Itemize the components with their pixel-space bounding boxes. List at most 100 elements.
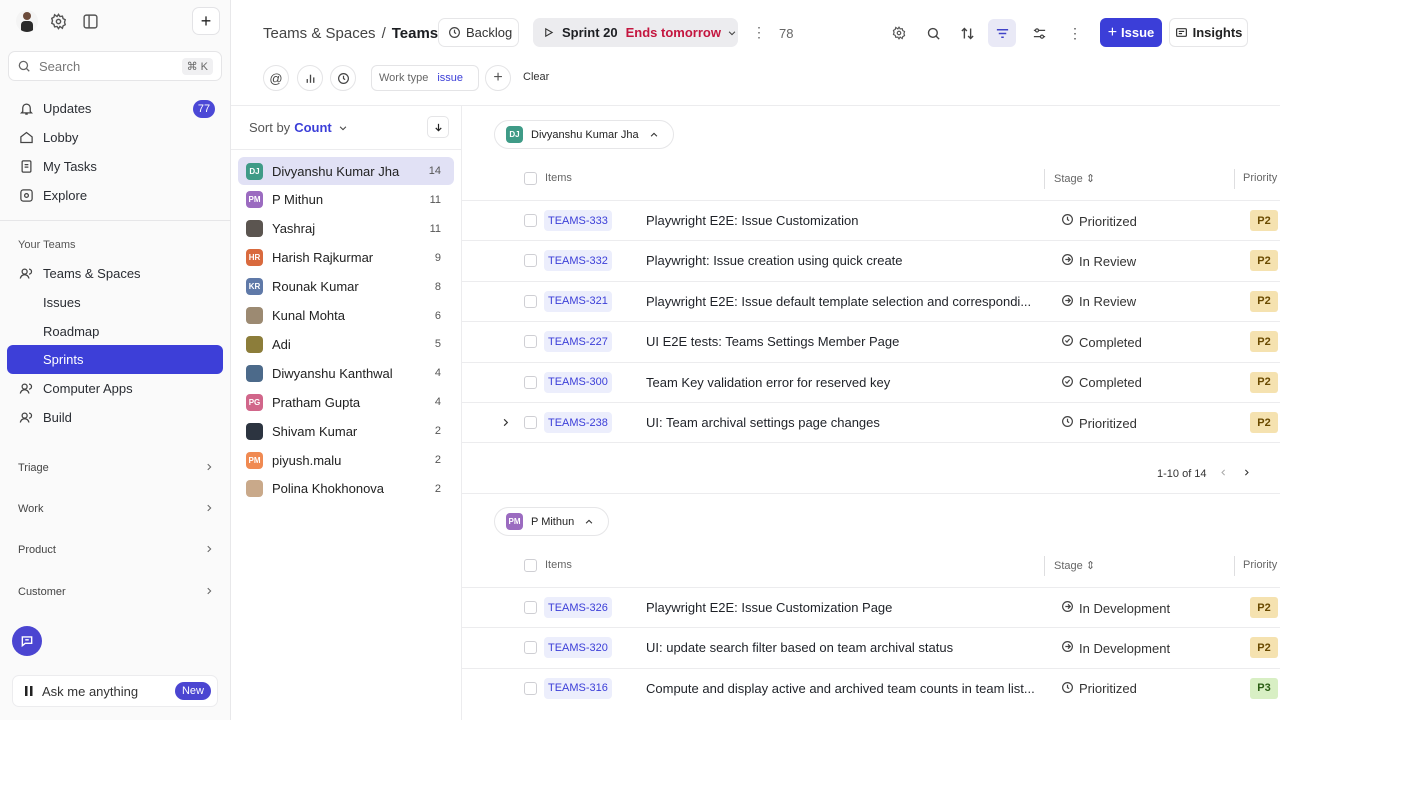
sort-direction-button[interactable]	[427, 116, 449, 138]
owner-list-item[interactable]: PM P Mithun 11	[238, 186, 454, 214]
nav-lobby[interactable]: Lobby	[7, 123, 223, 152]
issue-title[interactable]: UI E2E tests: Teams Settings Member Page	[646, 334, 1038, 349]
issue-title[interactable]: Playwright E2E: Issue Customization Page	[646, 600, 1038, 615]
owner-list-item[interactable]: KR Rounak Kumar 8	[238, 273, 454, 301]
issue-row[interactable]: TEAMS-238 UI: Team archival settings page…	[462, 402, 1280, 442]
priority-badge[interactable]: P2	[1250, 637, 1278, 659]
issue-key[interactable]: TEAMS-227	[544, 331, 612, 353]
section-work[interactable]: Work	[18, 499, 214, 519]
row-checkbox[interactable]	[524, 375, 537, 389]
row-checkbox[interactable]	[524, 601, 537, 614]
issue-stage[interactable]: Prioritized	[1061, 415, 1137, 431]
nav-updates[interactable]: Updates 77	[7, 94, 223, 123]
issue-title[interactable]: Playwright E2E: Issue default template s…	[646, 294, 1038, 309]
owner-list-item[interactable]: Diwyanshu Kanthwal 4	[238, 359, 454, 387]
filter-icon[interactable]	[988, 19, 1016, 47]
clear-filters-button[interactable]: Clear	[523, 71, 549, 83]
backlog-button[interactable]: Backlog	[438, 18, 519, 47]
sidebar-toggle-icon[interactable]	[80, 11, 100, 31]
mention-filter-button[interactable]: @	[263, 65, 289, 91]
sprint-more-icon[interactable]: ⋮	[752, 24, 766, 41]
column-stage[interactable]: Stage ⇕	[1054, 172, 1095, 185]
row-checkbox[interactable]	[524, 254, 537, 268]
issue-row[interactable]: TEAMS-300 Team Key validation error for r…	[462, 361, 1280, 402]
more-options-icon[interactable]: ⋮	[1061, 19, 1089, 47]
owner-list-item[interactable]: HR Harish Rajkurmar 9	[238, 244, 454, 272]
history-filter-button[interactable]	[330, 65, 356, 91]
issue-title[interactable]: UI: Team archival settings page changes	[646, 415, 1038, 430]
work-type-filter-chip[interactable]: Work type issue	[371, 65, 479, 91]
new-item-button[interactable]: +	[192, 7, 220, 35]
priority-badge[interactable]: P2	[1250, 331, 1278, 353]
owner-list-item[interactable]: Kunal Mohta 6	[238, 302, 454, 330]
chart-filter-button[interactable]	[297, 65, 323, 91]
row-checkbox[interactable]	[524, 416, 537, 429]
issue-stage[interactable]: Completed	[1061, 334, 1142, 350]
issue-row[interactable]: TEAMS-321 Playwright E2E: Issue default t…	[462, 280, 1280, 321]
priority-badge[interactable]: P3	[1250, 677, 1278, 699]
nav-computer-apps[interactable]: Computer Apps	[7, 374, 223, 403]
column-priority[interactable]: Priority	[1243, 172, 1277, 184]
nav-explore[interactable]: Explore	[7, 181, 223, 210]
priority-badge[interactable]: P2	[1250, 290, 1278, 312]
owner-list-item[interactable]: Shivam Kumar 2	[238, 417, 454, 445]
issue-title[interactable]: Compute and display active and archived …	[646, 681, 1038, 696]
new-issue-button[interactable]: + Issue	[1100, 18, 1162, 47]
row-checkbox[interactable]	[524, 681, 537, 695]
section-product[interactable]: Product	[18, 540, 214, 560]
row-checkbox[interactable]	[524, 641, 537, 655]
nav-teams-spaces[interactable]: Teams & Spaces	[7, 259, 223, 288]
next-page-button[interactable]	[1242, 468, 1251, 480]
sprint-selector[interactable]: Sprint 20 Ends tomorrow	[533, 18, 738, 47]
sidebar-search[interactable]: Search ⌘ K	[8, 51, 222, 81]
issue-row[interactable]: TEAMS-326 Playwright E2E: Issue Customiza…	[462, 587, 1280, 627]
chat-button[interactable]	[12, 626, 42, 656]
column-stage[interactable]: Stage ⇕	[1054, 559, 1095, 572]
issue-key[interactable]: TEAMS-316	[544, 677, 612, 699]
nav-roadmap[interactable]: Roadmap	[7, 317, 223, 346]
owner-list-item[interactable]: PM piyush.malu 2	[238, 446, 454, 474]
settings-gear-icon[interactable]	[48, 11, 68, 31]
issue-stage[interactable]: Completed	[1061, 375, 1142, 391]
group-header-chip[interactable]: DJ Divyanshu Kumar Jha	[494, 120, 674, 149]
row-checkbox[interactable]	[524, 214, 537, 227]
issue-title[interactable]: Playwright: Issue creation using quick c…	[646, 253, 1038, 268]
issue-row[interactable]: TEAMS-333 Playwright E2E: Issue Customiza…	[462, 200, 1280, 240]
prev-page-button[interactable]	[1219, 468, 1228, 480]
breadcrumb-current[interactable]: Teams	[392, 25, 438, 42]
priority-badge[interactable]: P2	[1250, 597, 1278, 618]
issue-key[interactable]: TEAMS-238	[544, 412, 612, 433]
breadcrumb-parent[interactable]: Teams & Spaces	[263, 25, 376, 42]
owner-list-item[interactable]: Polina Khokhonova 2	[238, 475, 454, 503]
issue-stage[interactable]: Prioritized	[1061, 681, 1137, 697]
issue-key[interactable]: TEAMS-332	[544, 250, 612, 272]
issue-stage[interactable]: In Development	[1061, 600, 1170, 616]
issue-title[interactable]: UI: update search filter based on team a…	[646, 640, 1038, 655]
row-checkbox[interactable]	[524, 335, 537, 349]
priority-badge[interactable]: P2	[1250, 412, 1278, 433]
owner-list-item[interactable]: DJ Divyanshu Kumar Jha 14	[238, 157, 454, 185]
issue-stage[interactable]: In Review	[1061, 294, 1136, 310]
issue-key[interactable]: TEAMS-300	[544, 371, 612, 393]
row-checkbox[interactable]	[524, 294, 537, 308]
issue-stage[interactable]: In Review	[1061, 253, 1136, 269]
add-filter-button[interactable]: +	[485, 65, 511, 91]
group-header-chip[interactable]: PM P Mithun	[494, 507, 610, 536]
nav-sprints[interactable]: Sprints	[7, 345, 223, 374]
issue-row[interactable]: TEAMS-227 UI E2E tests: Teams Settings Me…	[462, 321, 1280, 361]
insights-button[interactable]: Insights	[1169, 18, 1248, 47]
search-icon[interactable]	[919, 19, 947, 47]
priority-badge[interactable]: P2	[1250, 371, 1278, 393]
issue-row[interactable]: TEAMS-332 Playwright: Issue creation usin…	[462, 240, 1280, 280]
nav-issues[interactable]: Issues	[7, 288, 223, 317]
expand-chevron-icon[interactable]	[500, 416, 511, 431]
issue-stage[interactable]: In Development	[1061, 640, 1170, 656]
ask-ai-input[interactable]: Ask me anything New	[12, 675, 218, 707]
owner-list-item[interactable]: Yashraj 11	[238, 215, 454, 243]
owner-list-item[interactable]: PG Pratham Gupta 4	[238, 388, 454, 416]
issue-stage[interactable]: Prioritized	[1061, 213, 1137, 229]
nav-my-tasks[interactable]: My Tasks	[7, 152, 223, 181]
select-all-checkbox[interactable]	[524, 559, 537, 572]
owner-list-item[interactable]: Adi 5	[238, 330, 454, 358]
priority-badge[interactable]: P2	[1250, 210, 1278, 231]
